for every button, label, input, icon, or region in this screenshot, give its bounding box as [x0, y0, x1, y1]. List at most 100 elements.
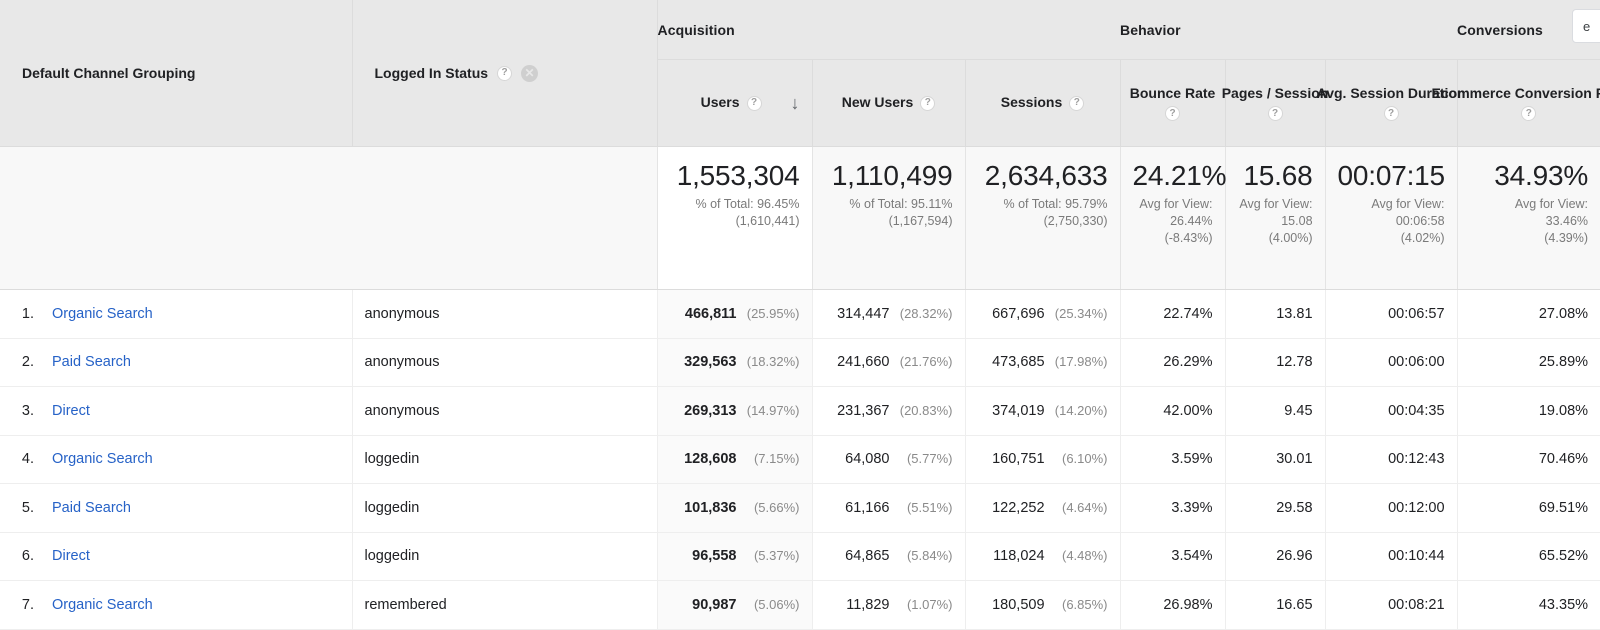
summary-blank-cell: [0, 146, 658, 290]
metric-value: 160,751: [992, 451, 1045, 468]
metric-value: 30.01: [1276, 451, 1313, 468]
metric-value: 16.65: [1276, 596, 1313, 613]
metric-value: 64,080: [845, 451, 890, 468]
cell-default-channel-grouping: 3. Direct: [0, 386, 353, 436]
summary-subline-2: (4.39%): [1544, 230, 1589, 245]
summary-value: 15.68: [1243, 160, 1313, 191]
metric-value: 269,313: [684, 402, 737, 419]
cell-sessions: 374,019 (14.20%): [964, 386, 1121, 436]
metric-value: 3.54%: [1171, 548, 1213, 565]
logged-in-status-value: anonymous: [364, 305, 440, 322]
summary-subline-1: % of Total: 95.11%: [849, 197, 953, 212]
help-icon[interactable]: ?: [920, 95, 936, 111]
analytics-report-table: Default Channel Grouping Logged In Statu…: [0, 0, 1600, 630]
metric-value: 473,685: [992, 354, 1045, 371]
cell-bounce-rate: 22.74%: [1119, 289, 1226, 339]
metric-value: 11,829: [846, 596, 890, 613]
cell-sessions: 118,024 (4.48%): [964, 532, 1121, 581]
group-header-label: Acquisition: [657, 21, 735, 38]
column-header-bounce-rate[interactable]: Bounce Rate ?: [1119, 59, 1226, 147]
cell-default-channel-grouping: 7. Organic Search: [0, 580, 353, 630]
close-icon[interactable]: ✕: [521, 64, 539, 82]
cell-new-users: 314,447 (28.32%): [811, 289, 965, 339]
column-header-avg-session-duration[interactable]: Avg. Session Duration ?: [1317, 59, 1465, 147]
channel-link[interactable]: Paid Search: [52, 354, 131, 370]
row-index: 4.: [21, 451, 34, 468]
metric-percent: (14.20%): [1054, 402, 1108, 418]
row-index: 2.: [21, 354, 34, 371]
help-icon[interactable]: ?: [1069, 95, 1085, 111]
column-header-ecommerce-conversion-rate[interactable]: Ecommerce Conversion Rate ?: [1432, 59, 1600, 147]
channel-link[interactable]: Paid Search: [52, 500, 131, 516]
help-icon[interactable]: ?: [1165, 106, 1181, 122]
cell-sessions: 473,685 (17.98%): [964, 338, 1121, 387]
sort-descending-icon[interactable]: ↓: [791, 94, 800, 112]
metric-percent: (7.15%): [753, 451, 800, 467]
summary-cell-avg-session-duration: 00:07:15 Avg for View: 00:06:58 (4.02%): [1324, 146, 1458, 290]
cell-avg-session-duration: 00:12:43: [1324, 435, 1458, 484]
summary-subline-1: Avg for View: 00:06:58: [1371, 197, 1445, 229]
metric-percent: (6.10%): [1061, 451, 1108, 467]
cell-sessions: 122,252 (4.64%): [964, 483, 1121, 533]
dimension-header-default-channel-grouping[interactable]: Default Channel Grouping: [0, 0, 353, 147]
column-header-users[interactable]: Users ? ↓: [656, 59, 812, 147]
metric-value: 329,563: [684, 354, 737, 371]
help-icon[interactable]: ?: [746, 95, 762, 111]
summary-subline-2: (2,750,330): [1043, 214, 1108, 229]
cell-users: 101,836 (5.66%): [656, 483, 812, 533]
conversion-goal-select[interactable]: e: [1572, 9, 1600, 43]
cell-avg-session-duration: 00:06:57: [1324, 289, 1458, 339]
cell-ecommerce-conversion-rate: 65.52%: [1456, 532, 1600, 581]
logged-in-status-value: anonymous: [364, 354, 440, 371]
help-icon[interactable]: ?: [1521, 106, 1537, 122]
group-header-behavior: Behavior: [1120, 0, 1458, 60]
metric-value: 22.74%: [1163, 305, 1213, 322]
channel-link[interactable]: Organic Search: [52, 597, 153, 613]
summary-cell-new-users: 1,110,499 % of Total: 95.11% (1,167,594): [811, 146, 965, 290]
metric-percent: (4.48%): [1061, 548, 1108, 564]
metric-percent: (17.98%): [1054, 354, 1108, 370]
cell-bounce-rate: 3.39%: [1119, 483, 1226, 533]
summary-subline-1: % of Total: 95.79%: [1003, 197, 1108, 212]
group-header-acquisition: Acquisition: [657, 0, 1121, 60]
summary-subline-2: (-8.43%): [1164, 230, 1213, 245]
table-row: 7. Organic Search remembered 90,987 (5.06%) 1…: [0, 580, 1600, 630]
channel-link[interactable]: Organic Search: [52, 306, 153, 322]
column-header-sessions[interactable]: Sessions ?: [964, 59, 1121, 147]
help-icon[interactable]: ?: [497, 65, 513, 81]
channel-link[interactable]: Organic Search: [52, 451, 153, 467]
cell-ecommerce-conversion-rate: 43.35%: [1456, 580, 1600, 630]
cell-avg-session-duration: 00:06:00: [1324, 338, 1458, 387]
cell-bounce-rate: 3.54%: [1119, 532, 1226, 581]
cell-new-users: 61,166 (5.51%): [811, 483, 965, 533]
cell-logged-in-status: anonymous: [352, 289, 657, 339]
metric-value: 3.59%: [1171, 451, 1213, 468]
column-header-pages-per-session[interactable]: Pages / Session ?: [1222, 59, 1328, 147]
row-index: 5.: [21, 499, 34, 516]
logged-in-status-value: loggedin: [364, 548, 420, 565]
cell-new-users: 231,367 (20.83%): [811, 386, 965, 436]
metric-value: 667,696: [992, 305, 1045, 322]
cell-sessions: 180,509 (6.85%): [964, 580, 1121, 630]
metric-value: 29.58: [1276, 499, 1313, 516]
dimension-header-logged-in-status[interactable]: Logged In Status ? ✕: [352, 0, 658, 147]
help-icon[interactable]: ?: [1267, 106, 1283, 122]
cell-pages-per-session: 9.45: [1224, 386, 1326, 436]
cell-pages-per-session: 29.58: [1224, 483, 1326, 533]
table-row: 5. Paid Search loggedin 101,836 (5.66%) 61,16…: [0, 483, 1600, 533]
dimension-header-label: Default Channel Grouping: [22, 65, 196, 81]
column-header-label: Users: [700, 94, 740, 111]
metric-value: 61,166: [845, 499, 890, 516]
cell-logged-in-status: loggedin: [352, 435, 657, 484]
channel-link[interactable]: Direct: [52, 548, 90, 564]
channel-link[interactable]: Direct: [52, 403, 90, 419]
metric-value: 9.45: [1284, 402, 1313, 419]
metric-value: 128,608: [684, 451, 737, 468]
summary-subline-1: Avg for View: 33.46%: [1514, 197, 1589, 229]
metric-value: 27.08%: [1538, 305, 1589, 322]
help-icon[interactable]: ?: [1383, 106, 1399, 122]
cell-pages-per-session: 12.78: [1224, 338, 1326, 387]
column-header-new-users[interactable]: New Users ?: [811, 59, 965, 147]
cell-new-users: 64,080 (5.77%): [811, 435, 965, 484]
summary-subline-1: Avg for View: 26.44%: [1139, 197, 1213, 229]
